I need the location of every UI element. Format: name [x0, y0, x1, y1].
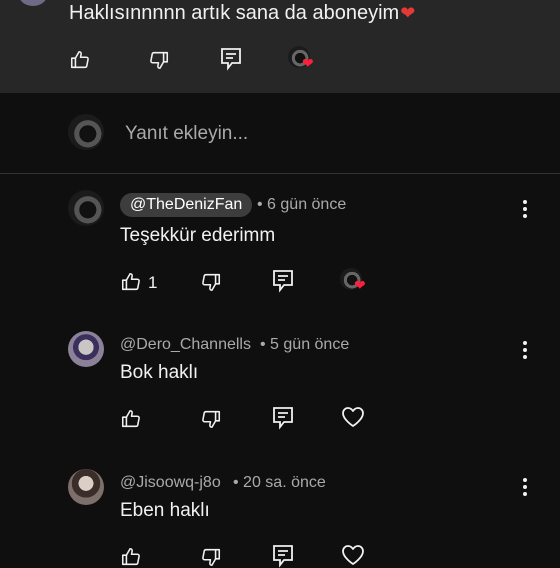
reply-time: • 20 sa. önce	[233, 474, 326, 491]
reply-text: Eben haklı	[120, 500, 210, 521]
reply-button[interactable]	[220, 47, 242, 71]
reply-text: Bok haklı	[120, 362, 199, 383]
reply-avatar[interactable]	[68, 469, 104, 505]
like-button[interactable]	[120, 546, 142, 568]
reply-button[interactable]	[272, 406, 294, 430]
reply-button[interactable]	[272, 544, 294, 568]
dislike-button[interactable]	[200, 408, 222, 430]
thumbs-down-icon	[202, 273, 221, 292]
dislike-button[interactable]	[200, 546, 222, 568]
like-count: 1	[148, 273, 158, 292]
thumbs-down-icon	[202, 548, 221, 567]
reply-avatar[interactable]	[68, 190, 104, 226]
reply-icon	[221, 48, 241, 71]
more-vert-icon[interactable]	[520, 200, 530, 220]
thumbs-up-icon	[121, 547, 140, 566]
dislike-button[interactable]	[200, 271, 222, 293]
thumbs-down-icon	[202, 410, 221, 429]
reply-handle[interactable]: @Jisoowq-j8o	[120, 474, 221, 492]
current-user-avatar	[68, 114, 104, 150]
dislike-button[interactable]	[148, 49, 170, 71]
parent-avatar[interactable]	[18, 0, 48, 6]
reply-handle-chip[interactable]: @TheDenizFan	[120, 193, 253, 217]
parent-comment: Haklısınnnnn artık sana da aboneyim❤ ❤	[0, 0, 560, 93]
heart-button[interactable]	[341, 544, 365, 566]
reply-icon	[273, 270, 293, 293]
thumbs-up-icon	[121, 409, 140, 428]
thumbs-down-icon	[150, 51, 169, 70]
creator-heart-badge: ❤	[340, 268, 374, 298]
reply-time: • 6 gün önce	[257, 196, 347, 213]
more-vert-icon[interactable]	[520, 478, 530, 498]
reply-input-area[interactable]: Yanıt ekleyin...	[0, 93, 560, 174]
creator-heart-badge: ❤	[288, 46, 322, 76]
thumbs-up-icon	[121, 272, 140, 291]
like-button[interactable]	[120, 271, 142, 293]
red-heart-emoji: ❤	[400, 3, 416, 23]
reply-handle[interactable]: @Dero_Channells	[120, 336, 251, 354]
reply-avatar[interactable]	[68, 331, 104, 367]
reply-icon	[273, 545, 293, 568]
more-vert-icon[interactable]	[520, 341, 530, 361]
heart-icon: ❤	[354, 277, 366, 293]
parent-comment-text: Haklısınnnnn artık sana da aboneyim❤	[69, 2, 416, 24]
reply-button[interactable]	[272, 269, 294, 293]
thumbs-up-icon	[70, 50, 89, 69]
reply-input[interactable]: Yanıt ekleyin...	[125, 123, 248, 145]
reply-text: Teşekkür ederimm	[120, 225, 276, 246]
reply-time: • 5 gün önce	[260, 336, 350, 353]
like-button[interactable]	[120, 408, 142, 430]
reply-icon	[273, 407, 293, 430]
heart-icon: ❤	[302, 55, 314, 71]
heart-button[interactable]	[341, 406, 365, 428]
heart-outline-icon	[342, 407, 364, 427]
heart-outline-icon	[342, 545, 364, 565]
like-button[interactable]	[69, 49, 91, 71]
